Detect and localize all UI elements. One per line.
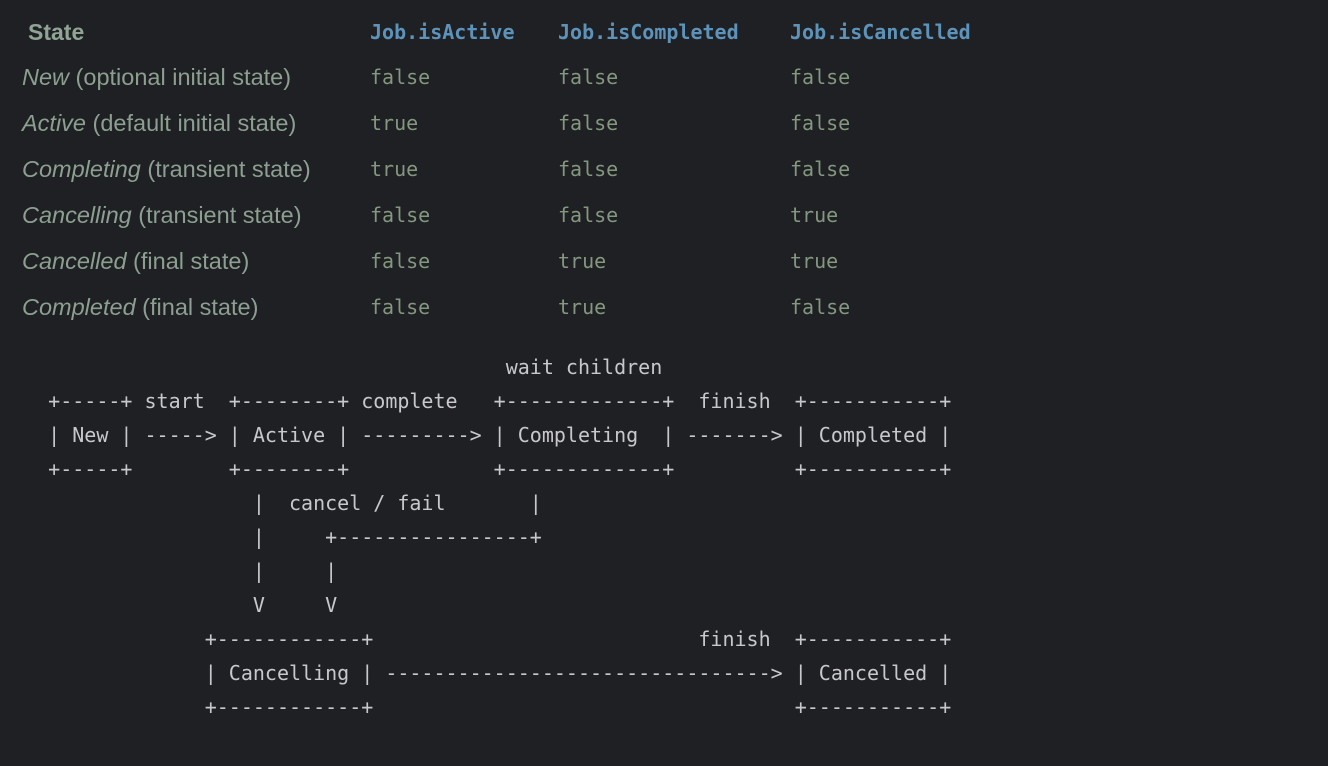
header-is-active: Job.isActive bbox=[370, 20, 515, 44]
is-cancelled-value: true bbox=[790, 249, 839, 273]
header-is-completed: Job.isCompleted bbox=[558, 20, 739, 44]
state-cell: Cancelled (final state) bbox=[22, 238, 370, 284]
is-active-value: true bbox=[370, 111, 419, 135]
table-row: Active (default initial state) true fals… bbox=[22, 100, 1010, 146]
state-note: (transient state) bbox=[131, 201, 302, 228]
is-cancelled-value: false bbox=[790, 111, 851, 135]
state-cell: Cancelling (transient state) bbox=[22, 192, 370, 238]
state-note: (transient state) bbox=[140, 155, 311, 182]
state-name: Completing bbox=[22, 155, 141, 182]
table-row: Cancelled (final state) false true true bbox=[22, 238, 1010, 284]
table-row: Completed (final state) false true false bbox=[22, 284, 1010, 330]
is-completed-value: false bbox=[558, 203, 619, 227]
is-active-value: false bbox=[370, 249, 431, 273]
is-cancelled-value: false bbox=[790, 157, 851, 181]
state-cell: Completing (transient state) bbox=[22, 146, 370, 192]
table-row: New (optional initial state) false false… bbox=[22, 54, 1010, 100]
is-active-value: false bbox=[370, 203, 431, 227]
is-cancelled-value: false bbox=[790, 65, 851, 89]
state-name: Cancelling bbox=[22, 201, 132, 228]
state-name: New bbox=[22, 63, 70, 90]
is-active-value: false bbox=[370, 295, 431, 319]
state-transition-diagram: wait children +-----+ start +--------+ c… bbox=[48, 355, 952, 719]
state-note: (final state) bbox=[135, 293, 259, 320]
is-completed-value: true bbox=[558, 295, 607, 319]
header-state: State bbox=[28, 18, 85, 45]
job-states-table: State Job.isActive Job.isCompleted Job.i… bbox=[22, 10, 1010, 330]
state-name: Active bbox=[22, 109, 86, 136]
is-active-value: true bbox=[370, 157, 419, 181]
state-cell: Active (default initial state) bbox=[22, 100, 370, 146]
state-name: Completed bbox=[22, 293, 136, 320]
document-page: State Job.isActive Job.isCompleted Job.i… bbox=[0, 0, 1328, 766]
is-cancelled-value: false bbox=[790, 295, 851, 319]
table-row: Completing (transient state) true false … bbox=[22, 146, 1010, 192]
state-note: (optional initial state) bbox=[69, 63, 292, 90]
state-note: (default initial state) bbox=[86, 109, 297, 136]
is-completed-value: true bbox=[558, 249, 607, 273]
table-row: Cancelling (transient state) false false… bbox=[22, 192, 1010, 238]
state-cell: New (optional initial state) bbox=[22, 54, 370, 100]
state-cell: Completed (final state) bbox=[22, 284, 370, 330]
is-completed-value: false bbox=[558, 111, 619, 135]
table-header-row: State Job.isActive Job.isCompleted Job.i… bbox=[22, 10, 1010, 54]
is-completed-value: false bbox=[558, 157, 619, 181]
is-cancelled-value: true bbox=[790, 203, 839, 227]
state-name: Cancelled bbox=[22, 247, 127, 274]
is-completed-value: false bbox=[558, 65, 619, 89]
header-is-cancelled: Job.isCancelled bbox=[790, 20, 971, 44]
is-active-value: false bbox=[370, 65, 431, 89]
state-note: (final state) bbox=[126, 247, 250, 274]
